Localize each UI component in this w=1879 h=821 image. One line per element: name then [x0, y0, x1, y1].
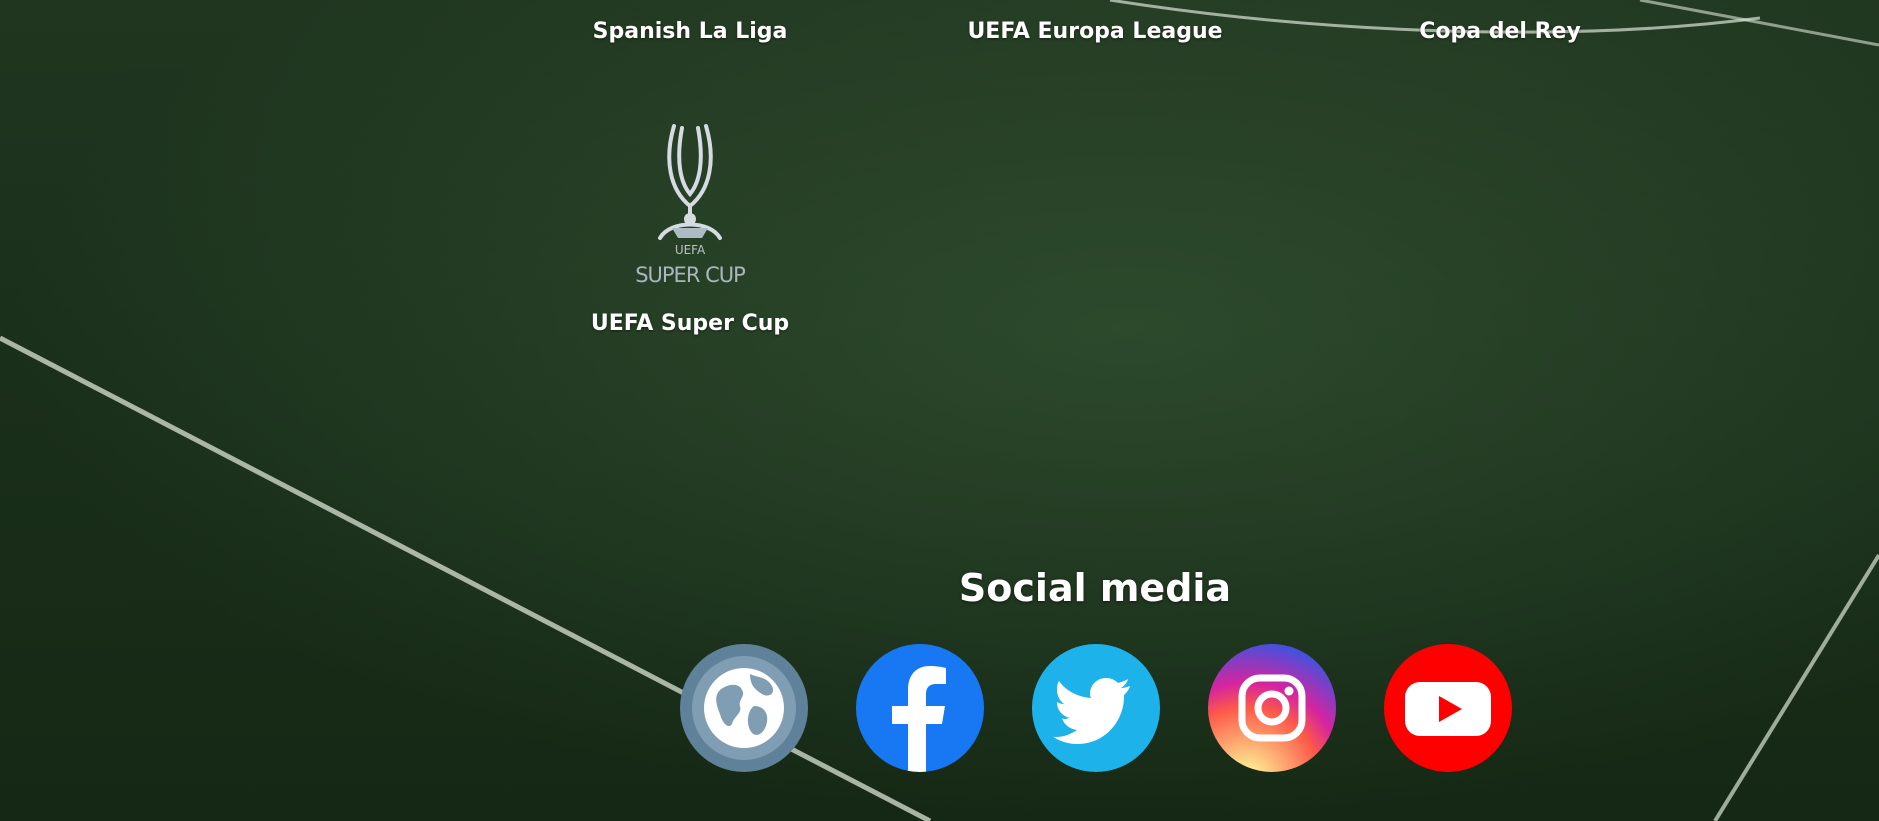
youtube-icon [1405, 682, 1491, 736]
social-media-title: Social media [958, 566, 1232, 610]
instagram-link[interactable] [1208, 644, 1336, 772]
youtube-link[interactable] [1384, 644, 1512, 772]
trophy-label-copa-del-rey: Copa del Rey [1419, 19, 1581, 44]
website-link[interactable] [680, 644, 808, 772]
trophy-label-europa-league: UEFA Europa League [967, 19, 1223, 44]
facebook-link[interactable] [856, 644, 984, 772]
super-cup-trophy-icon: UEFA SUPER CUP [628, 120, 752, 290]
facebook-icon [892, 666, 946, 772]
twitter-link[interactable] [1032, 644, 1160, 772]
trophy-label-super-cup: UEFA Super Cup [590, 311, 790, 336]
social-links [680, 644, 1512, 772]
instagram-icon [1238, 674, 1306, 742]
super-cup-logo-bottom: SUPER CUP [635, 263, 745, 287]
twitter-icon [1052, 678, 1130, 744]
globe-icon [692, 656, 796, 760]
trophy-label-la-liga: Spanish La Liga [592, 19, 788, 44]
super-cup-logo-top: UEFA [675, 243, 706, 257]
